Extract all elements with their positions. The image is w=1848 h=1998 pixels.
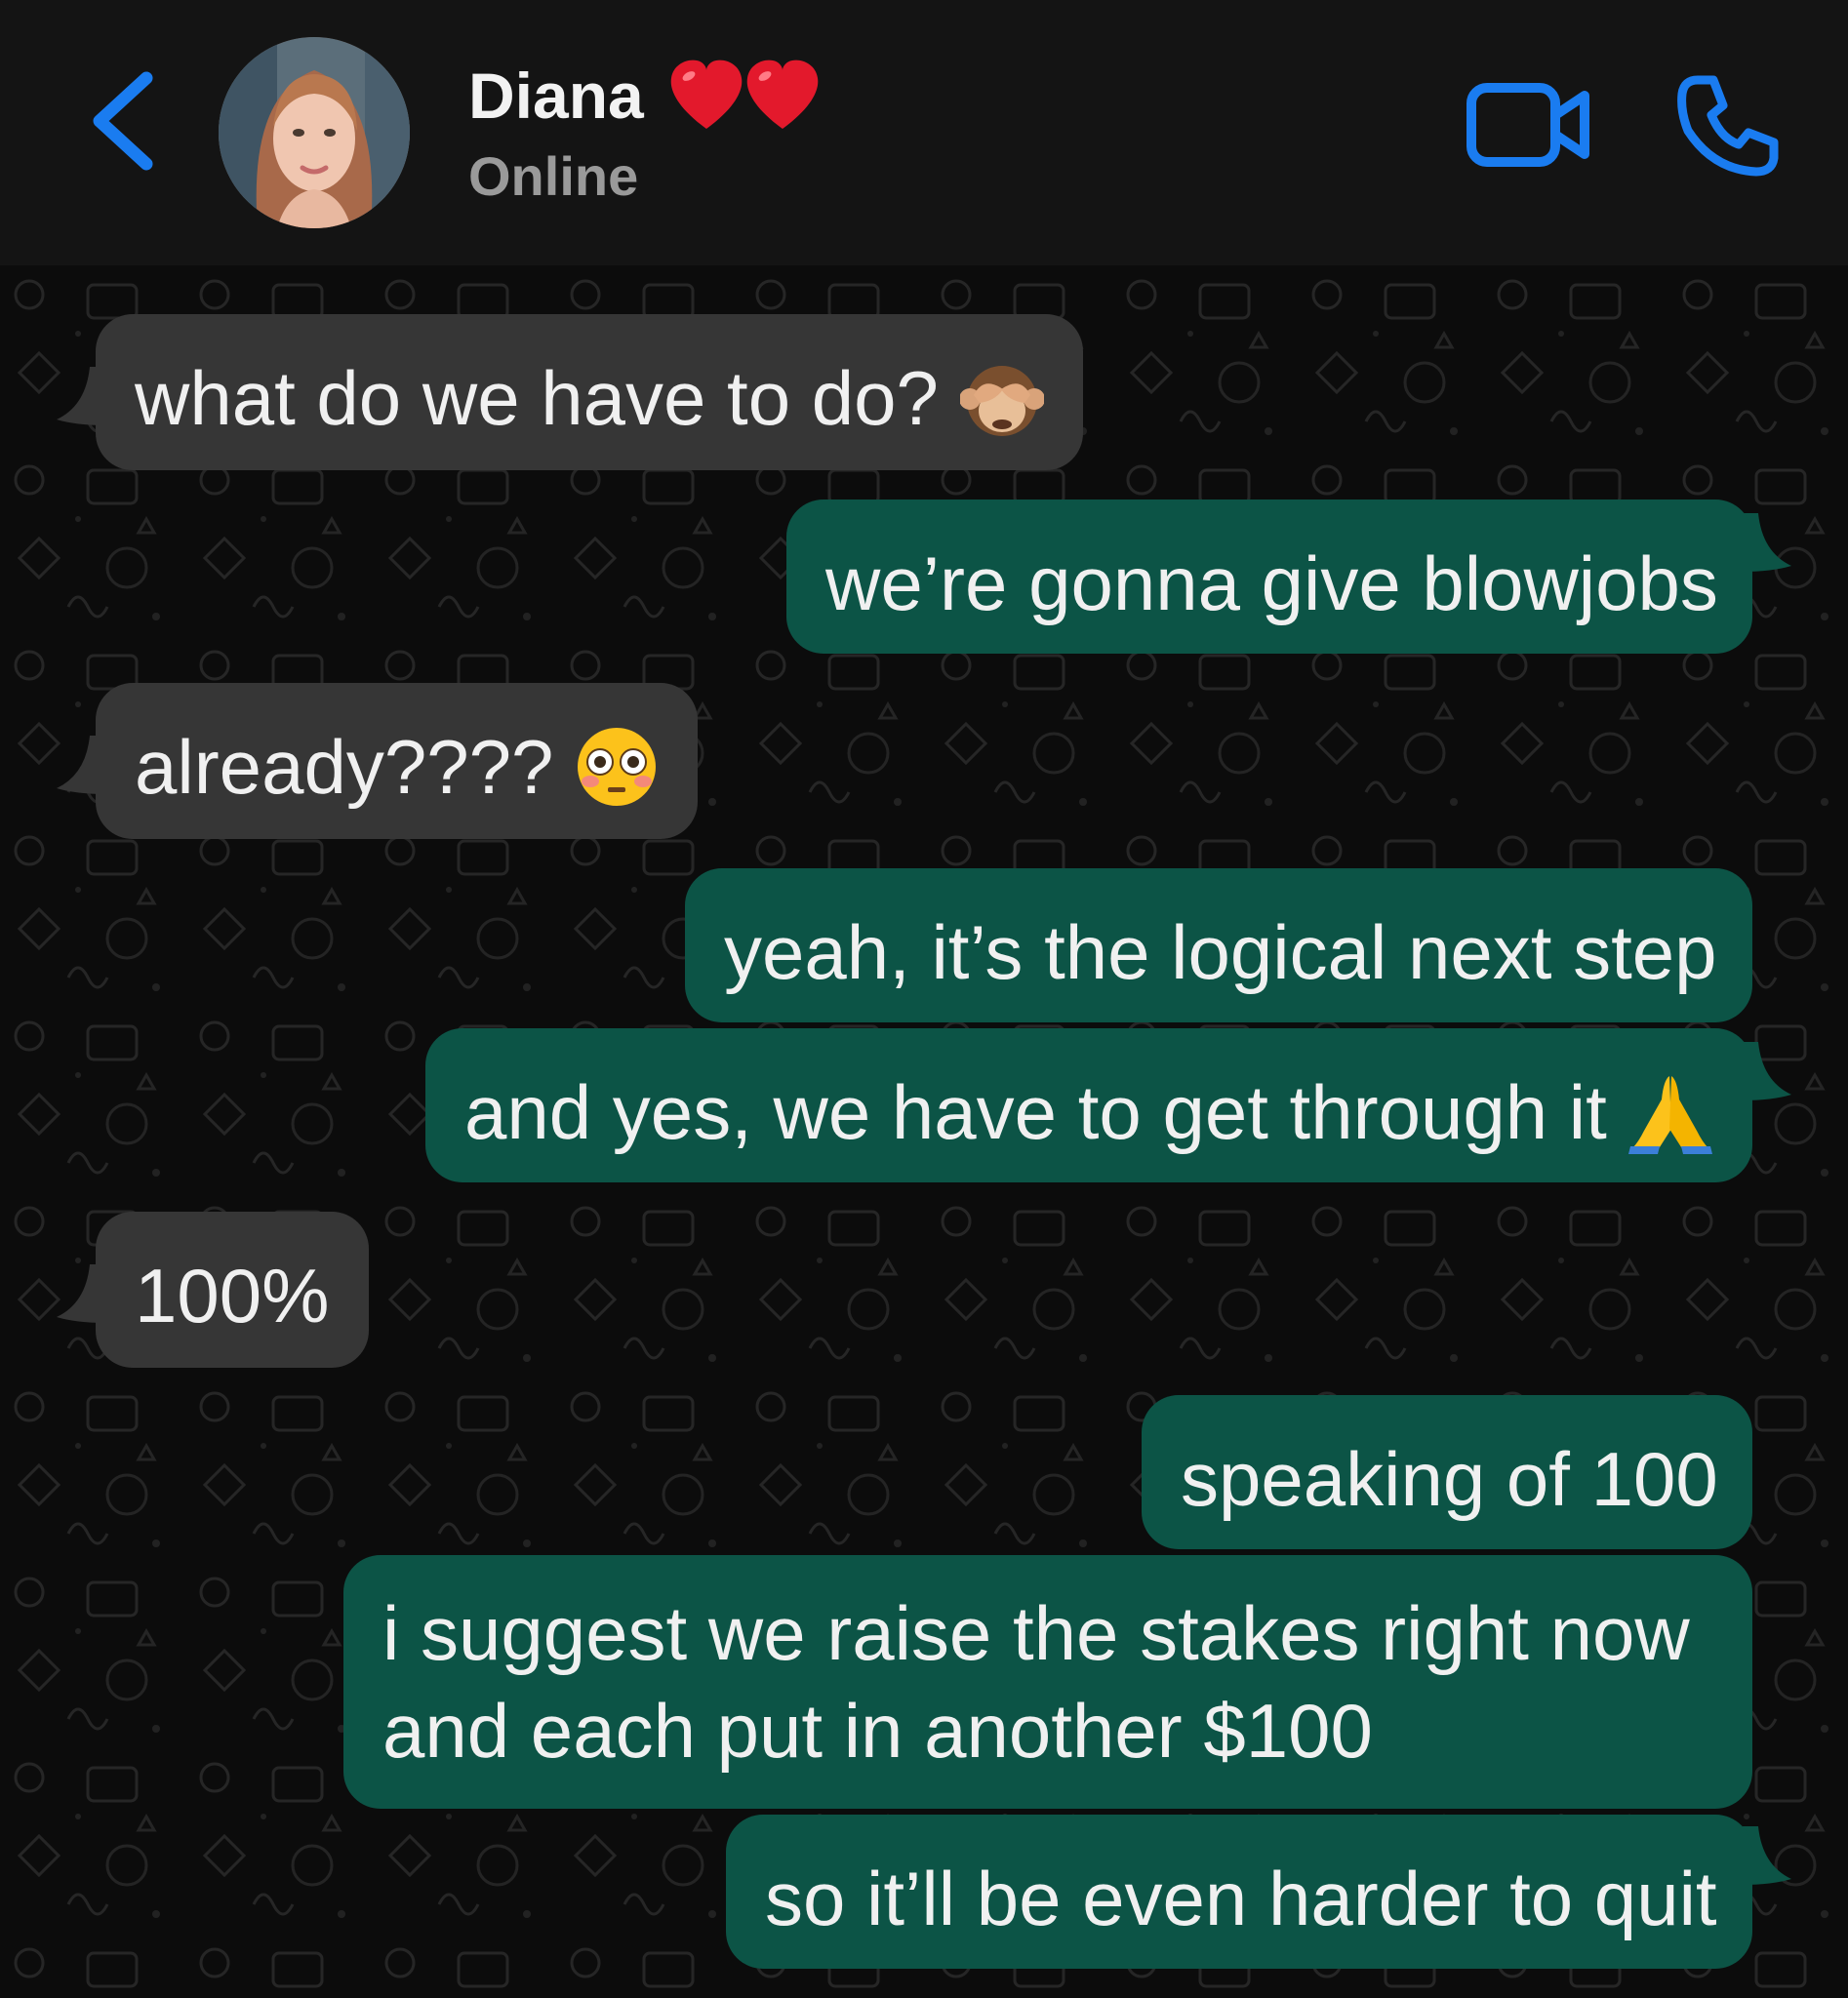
message-bubble-outgoing[interactable]: yeah, it’s the logical next step [685, 868, 1752, 1022]
message-text: 100% [135, 1253, 330, 1339]
back-button[interactable] [86, 70, 164, 172]
video-call-button[interactable] [1466, 80, 1592, 170]
message-bubble-outgoing[interactable]: speaking of 100 [1142, 1395, 1752, 1549]
message-text: already???? [135, 724, 554, 811]
avatar[interactable] [219, 37, 410, 228]
flushed-face-icon [578, 728, 657, 807]
message-text-line: and each put in another $100 [382, 1688, 1373, 1774]
message-text: we’re gonna give blowjobs [825, 540, 1718, 627]
message-text: and yes, we have to get through it [464, 1069, 1607, 1156]
message-text: so it’ll be even harder to quit [765, 1856, 1717, 1942]
message-bubble-incoming[interactable]: what do we have to do? [96, 314, 1083, 470]
message-list[interactable]: what do we have to do? we’re gonna give … [0, 265, 1848, 1998]
message-text: what do we have to do? [135, 355, 939, 442]
message-text: speaking of 100 [1181, 1436, 1718, 1523]
message-text-line: i suggest we raise the stakes right now [382, 1590, 1690, 1676]
message-text: yeah, it’s the logical next step [724, 909, 1717, 996]
see-no-evil-monkey-icon [959, 366, 1044, 437]
voice-call-button[interactable] [1674, 72, 1782, 180]
message-bubble-incoming[interactable]: 100% [96, 1212, 369, 1368]
avatar-photo [219, 37, 410, 228]
message-bubble-outgoing[interactable]: we’re gonna give blowjobs [786, 500, 1752, 654]
folded-hands-icon [1627, 1076, 1712, 1155]
contact-name[interactable]: Diana [468, 57, 644, 135]
hearts-emoji [667, 57, 827, 135]
message-bubble-outgoing[interactable]: so it’ll be even harder to quit [726, 1815, 1752, 1969]
message-bubble-outgoing[interactable]: i suggest we raise the stakes right now … [343, 1555, 1752, 1809]
contact-status: Online [468, 145, 639, 207]
chevron-left-icon [93, 71, 153, 171]
message-bubble-outgoing[interactable]: and yes, we have to get through it [425, 1028, 1752, 1182]
phone-icon [1677, 75, 1779, 177]
chat-screen: Diana Online what do we have to do? we’r… [0, 0, 1848, 1998]
chat-header: Diana Online [0, 0, 1848, 265]
message-bubble-incoming[interactable]: already???? [96, 683, 699, 839]
video-camera-icon [1466, 83, 1589, 167]
